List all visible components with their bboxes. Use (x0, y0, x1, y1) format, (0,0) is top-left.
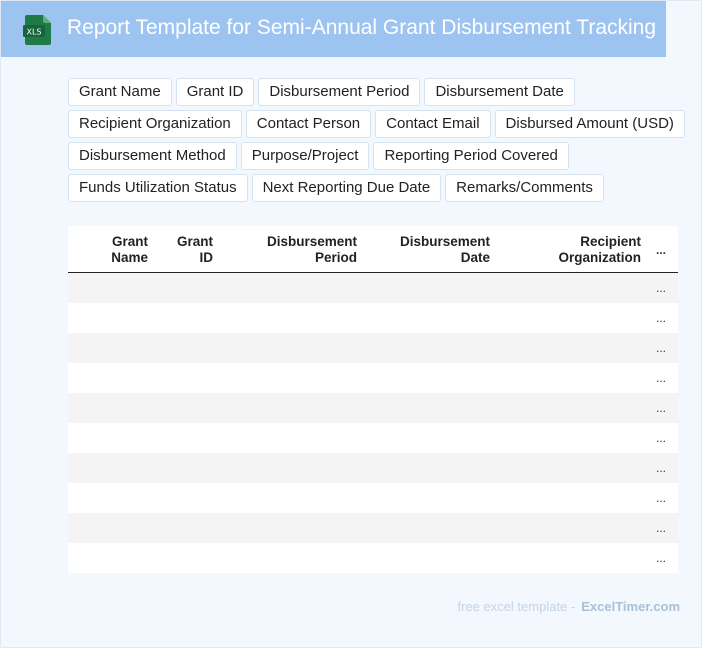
field-chip-disbursement-method: Disbursement Method (68, 142, 237, 170)
table-row: ... (68, 363, 678, 393)
table-row: ... (68, 333, 678, 363)
footer-credit: free excel template - ExcelTimer.com (457, 599, 680, 614)
preview-table: Grant Name Grant ID Disbursement Period Dis… (68, 226, 678, 573)
row-overflow-marker: ... (655, 401, 666, 415)
field-chip-purpose-project: Purpose/Project (240, 142, 370, 170)
row-overflow-marker: ... (655, 431, 666, 445)
field-row: Funds Utilization Status Next Reporting … (68, 174, 680, 202)
field-chip-contact-email: Contact Email (375, 110, 491, 138)
table-row: ... (68, 393, 678, 423)
row-overflow-marker: ... (655, 341, 666, 355)
table-row: ... (68, 483, 678, 513)
field-chip-disbursement-date: Disbursement Date (424, 78, 575, 106)
field-chip-next-reporting-date: Next Reporting Due Date (251, 174, 442, 202)
footer-text: free excel template - (457, 599, 576, 614)
table-row: ... (68, 303, 678, 333)
row-overflow-marker: ... (655, 491, 666, 505)
field-chip-disbursed-amount: Disbursed Amount (USD) (494, 110, 685, 138)
field-row: Disbursement Method Purpose/Project Repo… (68, 142, 680, 170)
field-row: Recipient Organization Contact Person Co… (68, 110, 685, 138)
table-row: ... (68, 543, 678, 573)
table-row: ... (68, 423, 678, 453)
row-overflow-marker: ... (655, 281, 666, 295)
row-overflow-marker: ... (655, 521, 666, 535)
field-chip-grant-id: Grant ID (175, 78, 255, 106)
footer-brand-link[interactable]: ExcelTimer.com (581, 599, 680, 614)
field-chip-contact-person: Contact Person (245, 110, 372, 138)
table-row: ... (68, 513, 678, 543)
row-overflow-marker: ... (655, 551, 666, 565)
table-row: ... (68, 273, 678, 303)
column-header-grant-id: Grant ID (176, 234, 213, 265)
page-title: Report Template for Semi-Annual Grant Di… (67, 16, 657, 39)
header-banner: XLS Report Template for Semi-Annual Gran… (1, 1, 666, 57)
table-header: Grant Name Grant ID Disbursement Period Dis… (68, 226, 678, 273)
row-overflow-marker: ... (655, 371, 666, 385)
column-overflow-marker: ... (655, 243, 666, 257)
field-chip-remarks: Remarks/Comments (445, 174, 604, 202)
table-row: ... (68, 453, 678, 483)
field-row: Grant Name Grant ID Disbursement Period … (68, 78, 680, 106)
column-header-disbursement-date: Disbursement Date (399, 234, 490, 265)
field-chip-reporting-period: Reporting Period Covered (373, 142, 569, 170)
xls-file-icon: XLS (23, 15, 51, 45)
field-chip-funds-utilization: Funds Utilization Status (68, 174, 248, 202)
column-header-disbursement-period: Disbursement Period (266, 234, 357, 265)
field-chip-recipient-organization: Recipient Organization (68, 110, 242, 138)
svg-text:XLS: XLS (26, 28, 41, 37)
column-header-grant-name: Grant Name (111, 234, 148, 265)
field-chip-grant-name: Grant Name (68, 78, 172, 106)
field-list: Grant Name Grant ID Disbursement Period … (68, 78, 685, 206)
row-overflow-marker: ... (655, 311, 666, 325)
column-header-recipient-organization: Recipient Organization (558, 234, 641, 265)
field-chip-disbursement-period: Disbursement Period (258, 78, 421, 106)
row-overflow-marker: ... (655, 461, 666, 475)
